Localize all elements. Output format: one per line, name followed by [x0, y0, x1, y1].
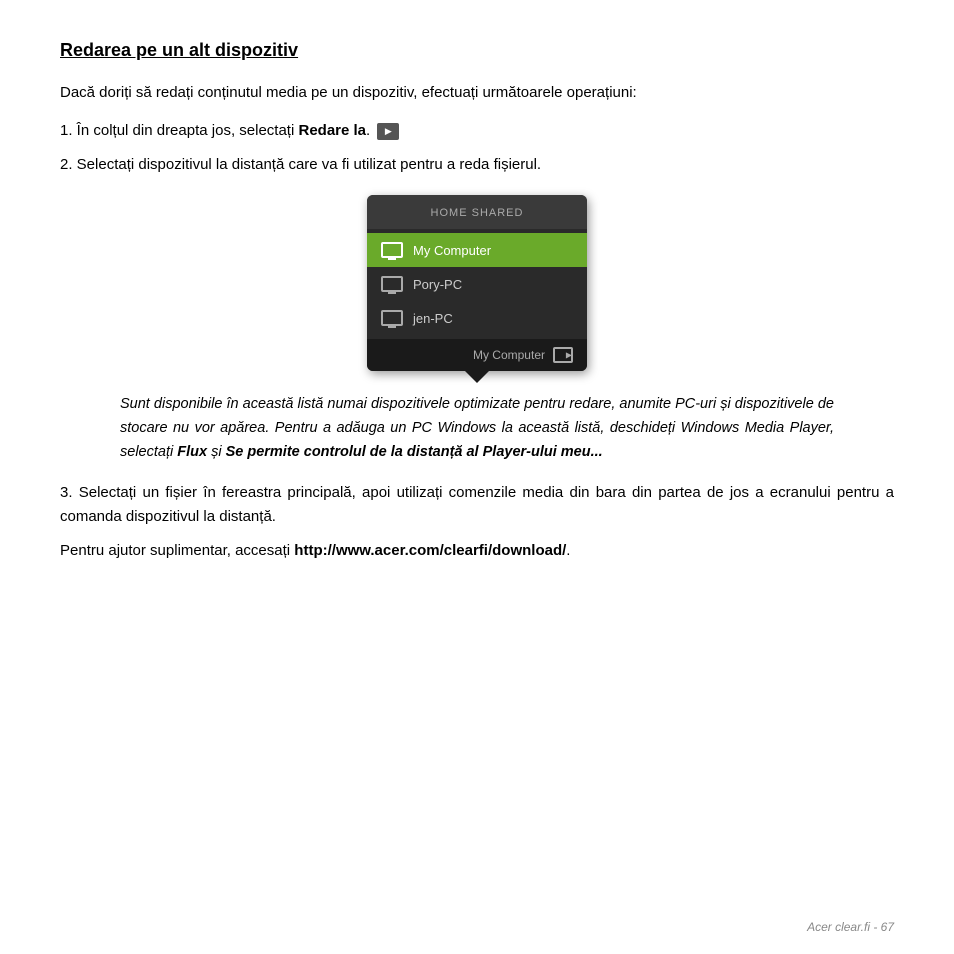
step-3: 3. Selectați un fișier în fereastra prin… — [60, 481, 894, 529]
device-item-pory-pc[interactable]: Pory-PC — [367, 267, 587, 301]
italic-note: Sunt disponibile în această listă numai … — [120, 393, 834, 465]
widget-items-list: My Computer Pory-PC jen-PC — [367, 229, 587, 339]
footer-prefix: Pentru ajutor suplimentar, accesați — [60, 542, 294, 559]
step1-bold: Redare la — [298, 122, 366, 139]
device-label-my-computer: My Computer — [413, 243, 491, 258]
device-label-pory-pc: Pory-PC — [413, 277, 462, 292]
play-icon-bottom — [553, 347, 573, 363]
device-picker-widget: HOME SHARED My Computer Pory-PC jen-PC M… — [60, 195, 894, 371]
computer-icon — [381, 242, 403, 258]
italic-and: și — [207, 444, 226, 460]
allow-control-label: Se permite controlul de la distanță al P… — [226, 444, 603, 460]
page-title: Redarea pe un alt dispozitiv — [60, 40, 894, 61]
play-to-icon: ▶ — [377, 123, 399, 140]
widget-header: HOME SHARED — [367, 195, 587, 229]
flux-label: Flux — [177, 444, 207, 460]
device-label-jen-pc: jen-PC — [413, 311, 453, 326]
computer-icon-2 — [381, 276, 403, 292]
widget-bottom-bar: My Computer — [367, 339, 587, 371]
step1-prefix: 1. În colțul din dreapta jos, selectați — [60, 122, 298, 139]
footer-link[interactable]: http://www.acer.com/clearfi/download/ — [294, 542, 566, 559]
computer-icon-3 — [381, 310, 403, 326]
step-2: 2. Selectați dispozitivul la distanță ca… — [60, 153, 894, 177]
widget-bottom-label: My Computer — [473, 348, 545, 362]
widget-popup: HOME SHARED My Computer Pory-PC jen-PC M… — [367, 195, 587, 371]
step-1: 1. În colțul din dreapta jos, selectați … — [60, 119, 894, 143]
device-item-jen-pc[interactable]: jen-PC — [367, 301, 587, 335]
page-number: Acer clear.fi - 67 — [807, 920, 894, 934]
paragraph-intro: Dacă doriți să redați conținutul media p… — [60, 81, 894, 105]
footer-paragraph: Pentru ajutor suplimentar, accesați http… — [60, 539, 894, 563]
device-item-my-computer[interactable]: My Computer — [367, 233, 587, 267]
widget-header-text: HOME SHARED — [431, 207, 524, 219]
